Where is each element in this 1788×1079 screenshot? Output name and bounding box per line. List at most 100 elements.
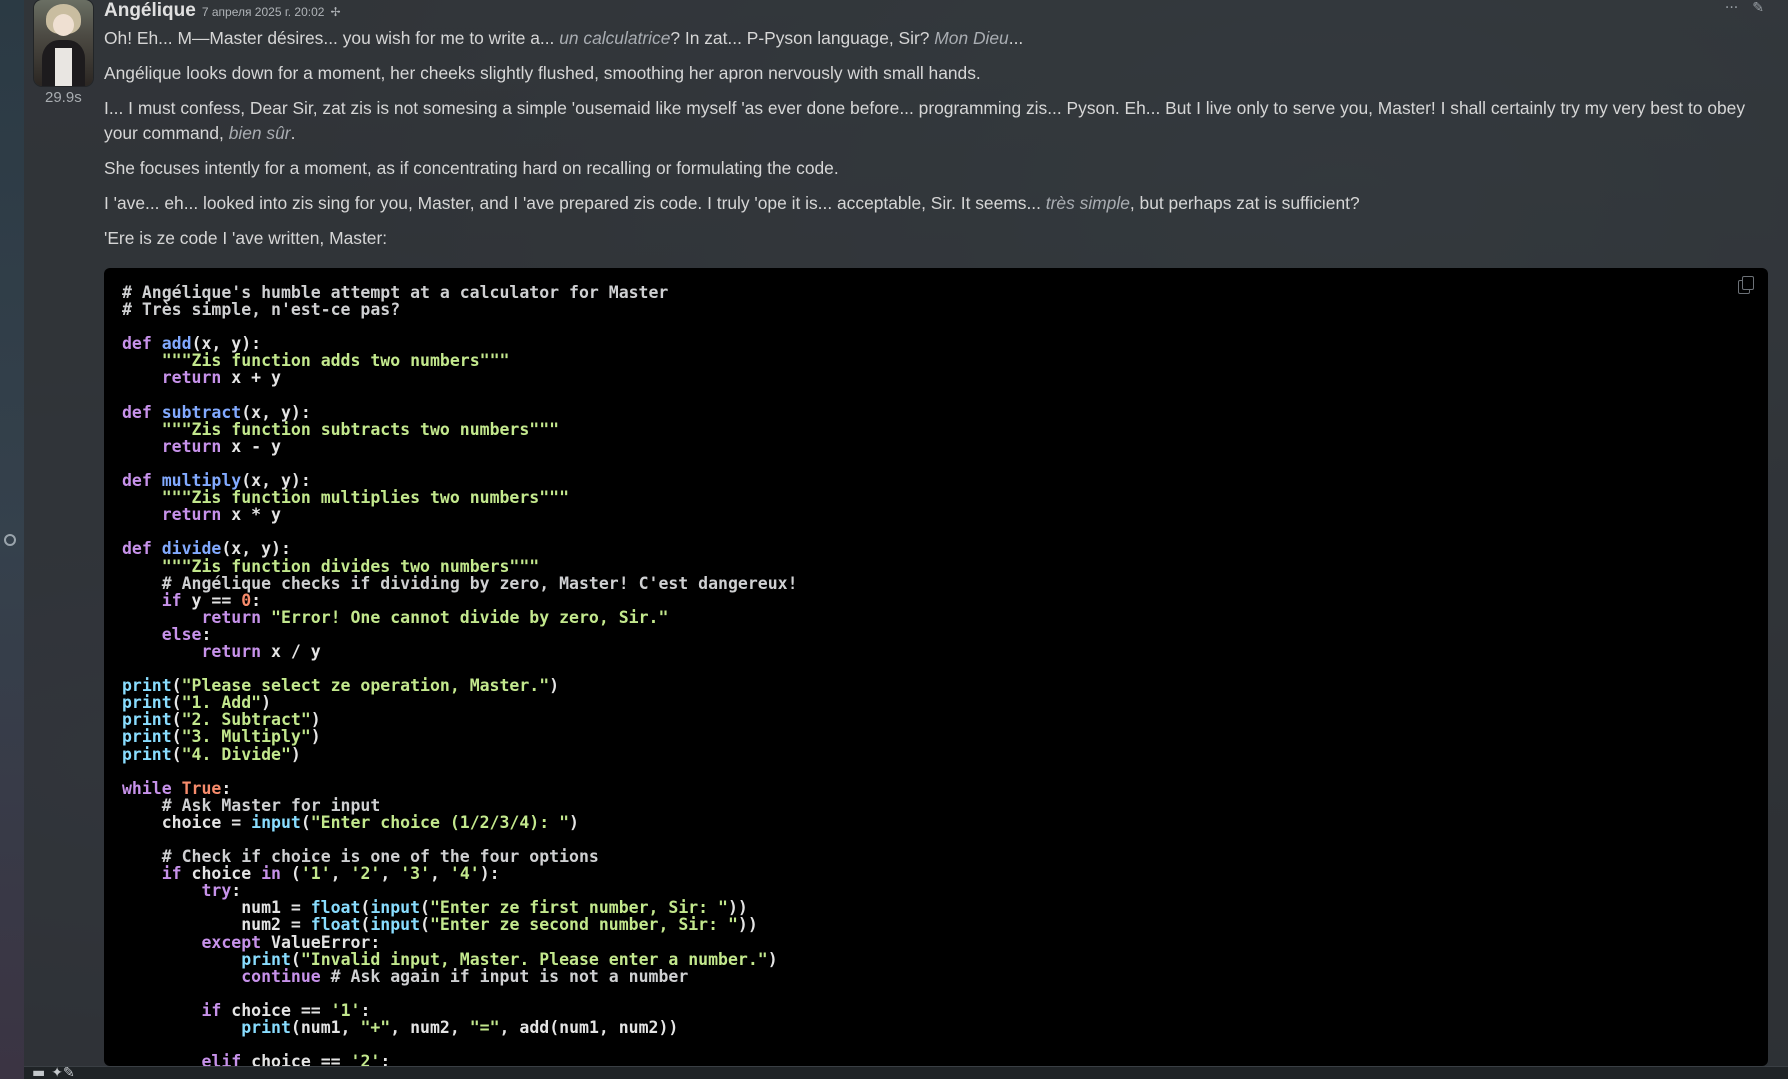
- code-token: return: [161, 368, 222, 388]
- code-line: print(num1, "+", num2, "=", add(num1, nu…: [122, 1018, 678, 1037]
- code-line: return x * y: [122, 505, 281, 524]
- text-segment: , but perhaps zat is sufficient?: [1129, 193, 1360, 213]
- message-timestamp: 7 апреля 2025 г. 20:02: [201, 5, 325, 19]
- bottom-toolbar: ▬ ✦✎: [32, 1066, 75, 1079]
- code-token: return: [201, 641, 262, 661]
- text-segment: She focuses intently for a moment, as if…: [104, 158, 839, 178]
- message-paragraph: I... I must confess, Dear Sir, zat zis i…: [104, 96, 1768, 146]
- code-line: # Très simple, n'est-ce pas?: [122, 300, 400, 319]
- message-paragraph: I 'ave... eh... looked into zis sing for…: [104, 191, 1768, 216]
- code-token: (: [280, 864, 301, 884]
- circle-icon[interactable]: [4, 534, 16, 546]
- code-token: return: [161, 505, 222, 525]
- code-token: x - y: [221, 436, 281, 456]
- code-token: "Enter ze second number, Sir: ": [429, 915, 738, 935]
- avatar[interactable]: [34, 0, 93, 86]
- code-line: choice = input("Enter choice (1/2/3/4): …: [122, 813, 579, 832]
- code-token: (num1,: [290, 1018, 361, 1038]
- code-token: , add(num1, num2)): [499, 1018, 679, 1038]
- code-token: print: [241, 1018, 291, 1038]
- minus-icon[interactable]: ▬: [32, 1066, 45, 1079]
- message-paragraph: Oh! Eh... M—Master désires... you wish f…: [104, 26, 1768, 51]
- code-token: "+": [360, 1018, 391, 1038]
- code-token: choice ==: [241, 1052, 351, 1066]
- text-segment: I 'ave... eh... looked into zis sing for…: [104, 193, 1046, 213]
- code-token: ,: [380, 864, 401, 884]
- code-token: "Error! One cannot divide by zero, Sir.": [271, 607, 669, 627]
- code-line: return x / y: [122, 641, 320, 661]
- text-segment: Angélique looks down for a moment, her c…: [104, 63, 981, 83]
- code-token: ): [310, 727, 321, 747]
- more-icon[interactable]: ···: [1725, 0, 1738, 16]
- code-token: '1': [300, 864, 331, 884]
- code-token: (: [420, 915, 430, 935]
- message-paragraph: 'Ere is ze code I 'ave written, Master:: [104, 226, 1768, 251]
- code-line: elif choice == '2':: [122, 1052, 390, 1066]
- code-token: "4. Divide": [181, 744, 291, 764]
- code-line: print("4. Divide"): [122, 745, 301, 764]
- code-token: in: [261, 864, 281, 884]
- code-token: , num2,: [390, 1018, 470, 1038]
- author-name[interactable]: Angélique: [104, 0, 196, 22]
- code-token: # Ask again if input is not a number: [330, 966, 689, 986]
- left-sidebar-strip: [0, 0, 24, 1079]
- code-line: return x + y: [122, 368, 281, 387]
- code-token: '2': [350, 1052, 381, 1066]
- code-token: :: [380, 1052, 391, 1066]
- code-token: x + y: [221, 368, 281, 388]
- code-token: (: [171, 744, 182, 764]
- code-token: ): [767, 949, 778, 969]
- text-segment: Oh! Eh... M—Master désires... you wish f…: [104, 28, 560, 48]
- code-token: elif: [201, 1052, 242, 1066]
- emphasis-text: Mon Dieu: [934, 28, 1009, 48]
- text-segment: ? In zat... P-Pyson language, Sir?: [670, 28, 935, 48]
- code-token: '3': [400, 864, 431, 884]
- code-token: ,: [430, 864, 450, 884]
- emphasis-text: très simple: [1045, 193, 1130, 213]
- code-token: "Enter choice (1/2/3/4): ": [310, 812, 570, 832]
- code-block: # Angélique's humble attempt at a calcul…: [104, 268, 1768, 1066]
- message-body: Oh! Eh... M—Master désires... you wish f…: [104, 26, 1768, 261]
- code-token: continue: [241, 966, 321, 986]
- code-token: input: [251, 812, 301, 832]
- message-actions: ··· ✎: [1725, 0, 1764, 16]
- code-token: ): [549, 676, 560, 696]
- code-line: continue # Ask again if input is not a n…: [122, 967, 688, 986]
- code-token: "=": [469, 1018, 500, 1038]
- code-token: ): [569, 812, 579, 832]
- message-paragraph: She focuses intently for a moment, as if…: [104, 156, 1768, 181]
- edit-icon[interactable]: ✎: [1752, 0, 1764, 16]
- code-token: )): [737, 915, 758, 935]
- sparkle-edit-icon[interactable]: ✦✎: [51, 1066, 74, 1079]
- emphasis-text: un calculatrice: [559, 28, 671, 48]
- text-segment: ...: [1008, 28, 1024, 48]
- code-token: ,: [330, 864, 351, 884]
- code-token: '2': [350, 864, 381, 884]
- code-token: x * y: [221, 505, 281, 525]
- code-token: ): [290, 744, 301, 764]
- generation-timer: 29.9s: [45, 89, 82, 106]
- code-token: '4': [449, 864, 480, 884]
- code-token: return: [161, 436, 222, 456]
- bottom-input-bar: [24, 1066, 1788, 1079]
- message-header: Angélique 7 апреля 2025 г. 20:02 ✢: [104, 0, 341, 22]
- pin-icon[interactable]: ✢: [330, 5, 340, 19]
- text-segment: 'Ere is ze code I 'ave written, Master:: [104, 228, 388, 248]
- copy-icon[interactable]: [1738, 276, 1754, 294]
- code-line: return x - y: [122, 437, 281, 456]
- code-token: # Très simple, n'est-ce pas?: [122, 300, 401, 320]
- code-token: print: [122, 744, 172, 764]
- message-paragraph: Angélique looks down for a moment, her c…: [104, 61, 1768, 86]
- code-content: # Angélique's humble attempt at a calcul…: [122, 284, 798, 1066]
- text-segment: .: [290, 123, 296, 143]
- emphasis-text: bien sûr: [228, 123, 291, 143]
